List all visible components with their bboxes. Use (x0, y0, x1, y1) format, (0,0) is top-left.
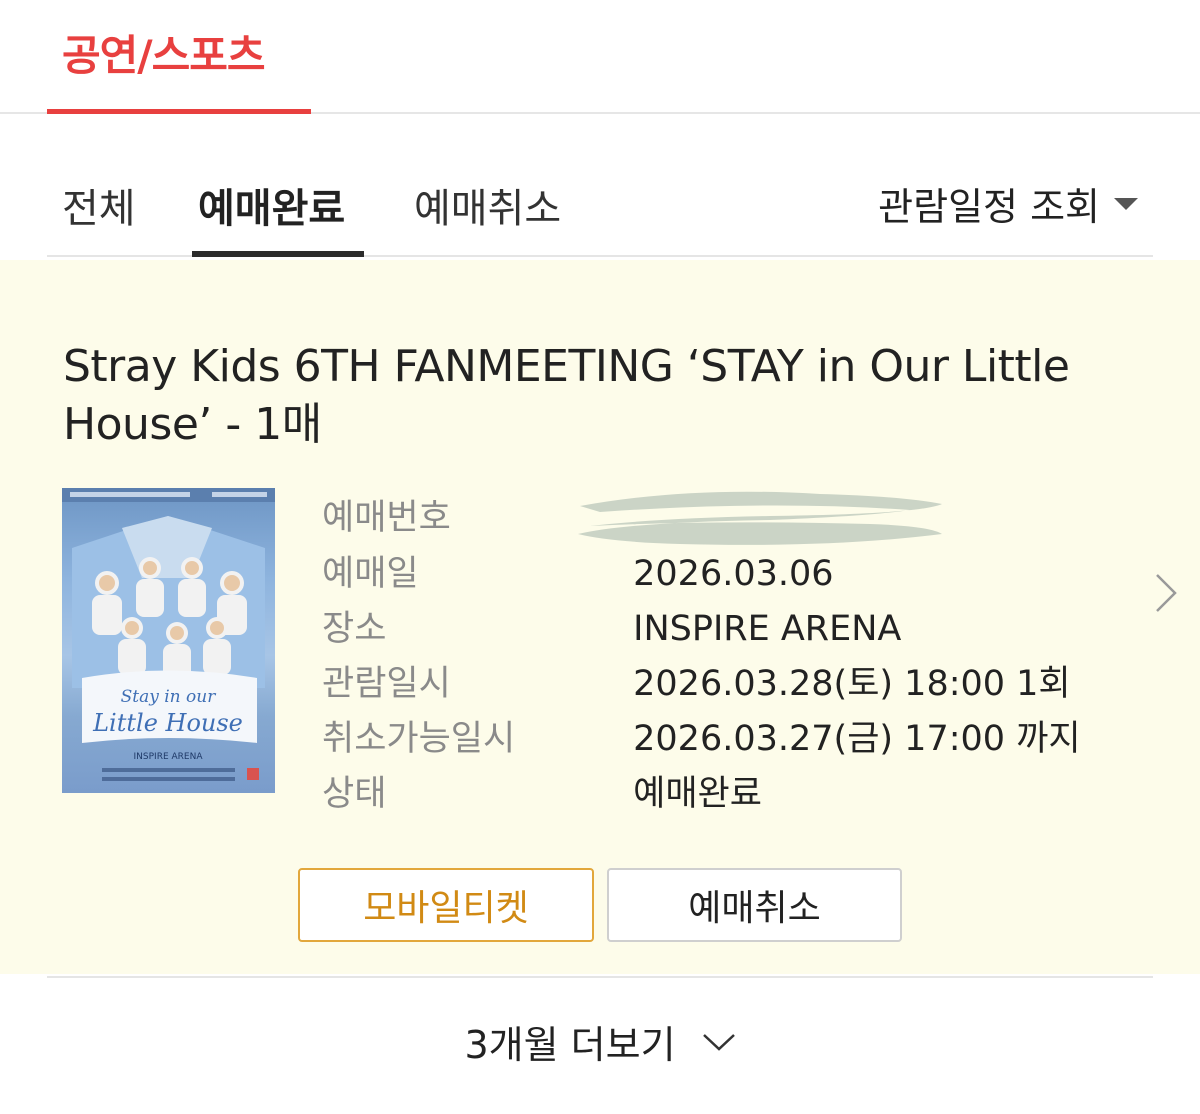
detail-value: 예매완료 (633, 774, 762, 814)
chevron-right-icon[interactable] (1154, 572, 1178, 614)
svg-text:INSPIRE ARENA: INSPIRE ARENA (134, 752, 204, 762)
detail-value: INSPIRE ARENA (633, 609, 902, 649)
filter-tab-all[interactable]: 전체 (62, 176, 136, 234)
svg-text:Stay in our: Stay in our (121, 687, 217, 707)
load-more-button[interactable]: 3개월 더보기 (0, 1014, 1200, 1069)
active-filter-indicator (192, 251, 364, 257)
caret-down-icon (1114, 197, 1138, 210)
load-more-label: 3개월 더보기 (464, 1023, 676, 1067)
schedule-filter-dropdown[interactable]: 관람일정 조회 (878, 176, 1138, 231)
filter-tab-booked[interactable]: 예매완료 (198, 176, 345, 234)
booking-card[interactable]: Stray Kids 6TH FANMEETING ‘STAY in Our L… (0, 260, 1200, 974)
detail-label: 장소 (322, 609, 387, 649)
detail-label: 예매일 (322, 554, 419, 594)
chevron-down-icon (702, 1033, 735, 1051)
mobile-ticket-button[interactable]: 모바일티켓 (298, 868, 594, 942)
booking-title: Stray Kids 6TH FANMEETING ‘STAY in Our L… (63, 338, 1143, 454)
category-tab-performance-sports[interactable]: 공연/스포츠 (62, 22, 266, 83)
active-category-indicator (47, 109, 311, 114)
event-poster: Stay in our Little House INSPIRE ARENA (62, 488, 275, 793)
detail-value: 2026.03.06 (633, 554, 834, 594)
filter-tab-cancelled[interactable]: 예매취소 (414, 176, 561, 234)
ticket-quantity: - 1매 (225, 399, 322, 450)
detail-value: 2026.03.27(금) 17:00 까지 (633, 719, 1081, 759)
schedule-filter-label: 관람일정 조회 (878, 185, 1100, 229)
detail-row-status: 상태 예매완료 (322, 768, 762, 820)
event-title: Stray Kids 6TH FANMEETING ‘STAY in Our L… (63, 341, 1070, 450)
detail-row-performance-time: 관람일시 2026.03.28(토) 18:00 1회 (322, 658, 1071, 710)
detail-row-cancel-deadline: 취소가능일시 2026.03.27(금) 17:00 까지 (322, 713, 1081, 765)
detail-label: 취소가능일시 (322, 719, 516, 759)
redacted-scribble (578, 491, 942, 545)
list-divider (47, 976, 1153, 978)
cancel-booking-button[interactable]: 예매취소 (607, 868, 902, 942)
svg-text:Little House: Little House (92, 709, 243, 737)
detail-row-booking-date: 예매일 2026.03.06 (322, 548, 834, 600)
detail-value: 2026.03.28(토) 18:00 1회 (633, 664, 1071, 704)
detail-row-venue: 장소 INSPIRE ARENA (322, 603, 901, 655)
detail-label: 상태 (322, 774, 387, 814)
booking-history-page: 공연/스포츠 전체 예매완료 예매취소 관람일정 조회 Stray Kids 6… (0, 0, 1200, 1114)
detail-label: 관람일시 (322, 664, 451, 704)
